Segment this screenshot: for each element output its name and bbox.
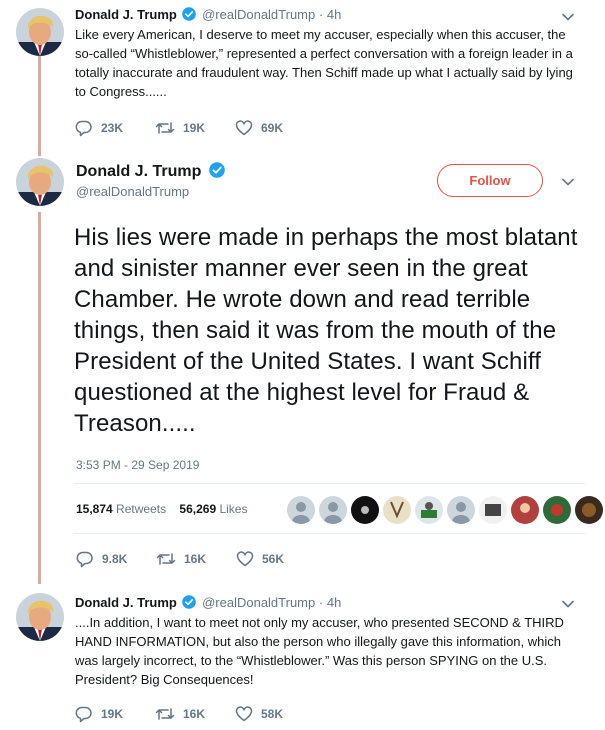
tweet-main: Donald J. Trump @realDonaldTrump Follow … [0,150,605,580]
avatar[interactable] [16,593,64,641]
liker-avatar[interactable] [479,496,507,524]
retweet-button[interactable]: 16K [156,550,236,568]
author-handle[interactable]: @realDonaldTrump [76,184,189,199]
avatar[interactable] [16,8,64,56]
verified-icon [209,162,225,178]
tweet-previous[interactable]: Donald J. Trump @realDonaldTrump · 4h Li… [0,0,605,150]
tweet-actions: 23K 19K 69K [75,119,315,137]
like-total: 56,269 [179,502,217,516]
retweet-count: 16K [183,707,206,721]
retweet-count: 19K [183,121,206,135]
tweet-time[interactable]: 4h [327,7,341,22]
retweet-label: Retweets [116,502,167,516]
liker-avatars [287,496,605,524]
liker-avatar[interactable] [351,496,379,524]
tweet-time[interactable]: 4h [327,595,341,610]
author-name[interactable]: Donald J. Trump [76,163,201,180]
reply-icon [75,705,93,723]
like-count: 56K [262,552,285,566]
author-name[interactable]: Donald J. Trump [75,7,177,22]
reply-button[interactable]: 9.8K [76,550,156,568]
liker-avatar[interactable] [511,496,539,524]
retweets-stat[interactable]: 15,874 Retweets [76,502,166,516]
like-count: 58K [261,707,284,721]
like-label: Likes [219,502,248,516]
like-button[interactable]: 58K [235,705,315,723]
divider [74,483,585,484]
heart-icon [235,705,253,723]
tweet-text: ....In addition, I want to meet not only… [75,615,564,687]
liker-avatar[interactable] [575,496,603,524]
like-count: 69K [261,121,284,135]
heart-icon [236,550,254,568]
reply-count: 23K [101,121,124,135]
author-name[interactable]: Donald J. Trump [75,595,177,610]
author-name-row[interactable]: Donald J. Trump [76,162,227,181]
likes-stat[interactable]: 56,269 Likes [179,502,247,516]
retweet-icon [155,119,175,137]
reply-count: 9.8K [102,552,128,566]
like-button[interactable]: 69K [235,119,315,137]
reply-icon [76,550,94,568]
tweet-actions: 19K 16K 58K [75,705,315,723]
avatar-image [16,158,64,206]
engagement-stats: 15,874 Retweets 56,269 Likes [76,502,247,516]
retweet-icon [155,705,175,723]
retweet-button[interactable]: 16K [155,705,235,723]
avatar[interactable] [16,158,64,206]
chevron-down-icon[interactable] [561,10,575,24]
avatar-image [16,8,64,56]
liker-avatar[interactable] [287,496,315,524]
author-handle[interactable]: @realDonaldTrump [202,7,315,22]
liker-avatar[interactable] [415,496,443,524]
tweet-actions: 9.8K 16K 56K [76,550,316,568]
tweet-timestamp[interactable]: 3:53 PM - 29 Sep 2019 [76,458,199,472]
follow-button[interactable]: Follow [437,164,543,197]
verified-icon [182,595,196,609]
tweet-text: His lies were made in perhaps the most b… [74,224,578,437]
liker-avatar[interactable] [543,496,571,524]
chevron-down-icon[interactable] [561,175,575,189]
liker-avatar[interactable] [447,496,475,524]
reply-button[interactable]: 19K [75,705,155,723]
like-button[interactable]: 56K [236,550,316,568]
retweet-total: 15,874 [76,502,113,516]
heart-icon [235,119,253,137]
reply-count: 19K [101,707,124,721]
divider [74,533,585,534]
verified-icon [182,7,196,21]
retweet-icon [156,550,176,568]
reply-button[interactable]: 23K [75,119,155,137]
reply-icon [75,119,93,137]
author-handle[interactable]: @realDonaldTrump [202,595,315,610]
retweet-button[interactable]: 19K [155,119,235,137]
avatar-image [16,593,64,641]
tweet-text: Like every American, I deserve to meet m… [75,27,573,99]
separator-dot: · [318,595,324,610]
liker-avatar[interactable] [319,496,347,524]
liker-avatar[interactable] [383,496,411,524]
separator-dot: · [318,7,324,22]
tweet-next[interactable]: Donald J. Trump @realDonaldTrump · 4h ..… [0,585,605,730]
retweet-count: 16K [184,552,207,566]
chevron-down-icon[interactable] [561,597,575,611]
